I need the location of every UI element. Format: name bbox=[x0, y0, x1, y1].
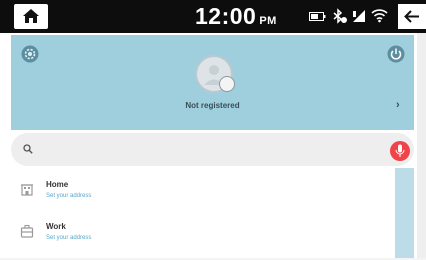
list-scrollbar[interactable] bbox=[395, 168, 414, 260]
settings-gear-icon[interactable] bbox=[21, 45, 39, 63]
bluetooth-icon bbox=[333, 8, 347, 24]
list-item-home[interactable]: Home Set your address bbox=[11, 168, 393, 210]
screen-edge bbox=[417, 33, 426, 260]
clock-am-pm: PM bbox=[259, 15, 277, 27]
home-button[interactable] bbox=[14, 4, 48, 29]
list-item-work[interactable]: Work Set your address bbox=[11, 210, 393, 252]
profile-header[interactable]: Not registered › bbox=[11, 35, 414, 130]
clock: 12:00 PM bbox=[195, 3, 277, 30]
chevron-right-icon[interactable]: › bbox=[396, 99, 400, 111]
microphone-icon bbox=[395, 144, 405, 157]
search-bar[interactable] bbox=[11, 133, 414, 166]
power-icon[interactable] bbox=[387, 45, 405, 63]
back-button[interactable] bbox=[398, 4, 426, 29]
status-bar: 12:00 PM bbox=[0, 0, 426, 33]
list-item-subtitle: Set your address bbox=[46, 235, 92, 241]
back-arrow-icon bbox=[404, 10, 419, 23]
search-input[interactable] bbox=[35, 140, 369, 160]
home-building-icon bbox=[21, 184, 33, 196]
search-icon bbox=[23, 144, 33, 154]
registration-status: Not registered bbox=[185, 101, 240, 110]
cellular-signal-icon bbox=[353, 10, 365, 22]
avatar-badge bbox=[219, 76, 235, 92]
battery-icon bbox=[309, 12, 326, 21]
list-item-subtitle: Set your address bbox=[46, 193, 92, 199]
work-building-icon bbox=[20, 224, 34, 238]
clock-time: 12:00 bbox=[195, 3, 257, 29]
voice-search-button[interactable] bbox=[390, 141, 410, 161]
list-item-title: Work bbox=[46, 222, 66, 231]
list-item-title: Home bbox=[46, 180, 69, 189]
saved-places-list: Home Set your address Work Set your addr… bbox=[11, 168, 393, 260]
wifi-icon bbox=[371, 9, 388, 23]
home-icon bbox=[23, 9, 39, 23]
